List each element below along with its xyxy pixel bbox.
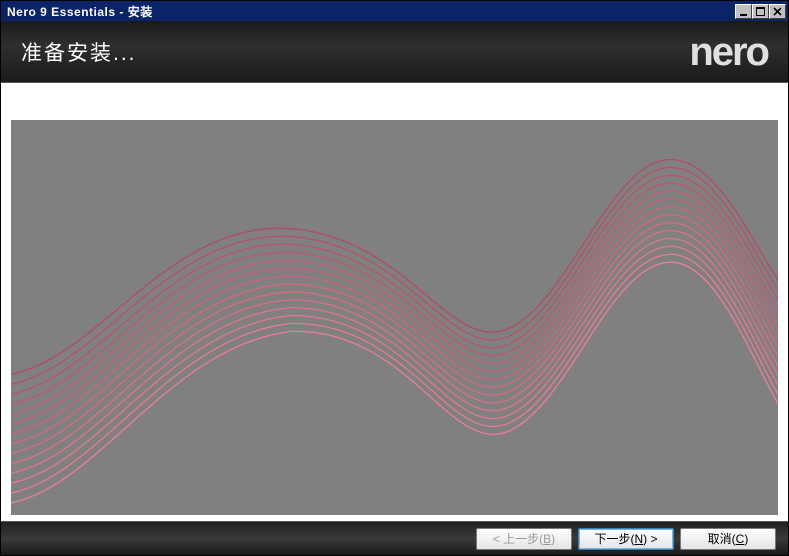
back-button[interactable]: < 上一步(B) — [476, 528, 572, 550]
decorative-canvas — [11, 120, 778, 515]
page-title: 准备安装... — [21, 37, 137, 67]
content-area — [1, 83, 788, 521]
window-title: Nero 9 Essentials - 安装 — [3, 3, 153, 20]
wave-graphic — [11, 120, 778, 515]
back-button-label: < 上一步(B) — [493, 530, 555, 547]
minimize-button[interactable] — [735, 4, 752, 19]
next-button-label: 下一步(N) > — [594, 530, 657, 547]
nero-logo: nero — [689, 32, 768, 72]
cancel-button[interactable]: 取消(C) — [680, 528, 776, 550]
cancel-button-label: 取消(C) — [708, 530, 749, 547]
close-button[interactable] — [769, 4, 786, 19]
header-banner: 准备安装... nero — [1, 21, 788, 83]
next-button[interactable]: 下一步(N) > — [578, 528, 674, 550]
titlebar: Nero 9 Essentials - 安装 — [1, 1, 788, 21]
maximize-button[interactable] — [752, 4, 769, 19]
installer-window: Nero 9 Essentials - 安装 准备安装... nero — [0, 0, 789, 556]
window-controls — [735, 4, 786, 19]
footer-bar: < 上一步(B) 下一步(N) > 取消(C) — [1, 521, 788, 555]
